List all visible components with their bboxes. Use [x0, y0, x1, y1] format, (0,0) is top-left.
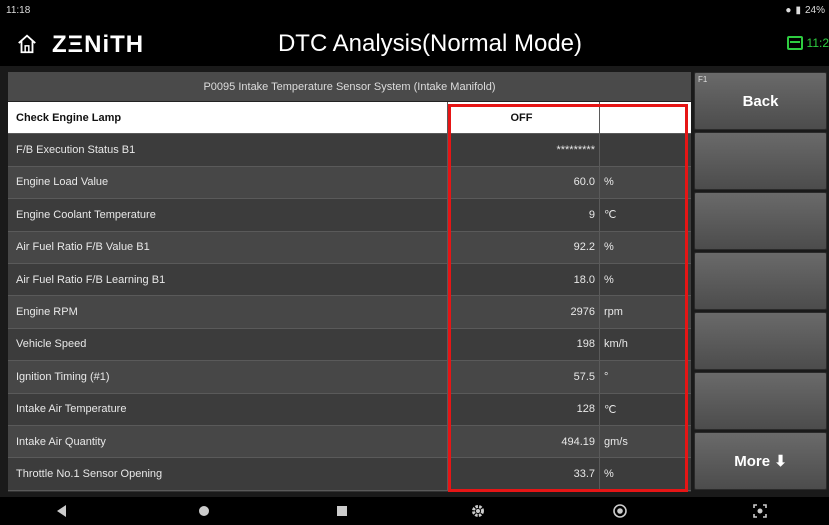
row-value: 9 [448, 199, 600, 231]
f1-key-label: F1 [698, 75, 708, 84]
table-row[interactable]: Air Fuel Ratio F/B Learning B1 18.0 % [8, 263, 691, 297]
table-row[interactable]: Engine Coolant Temperature 9 ℃ [8, 199, 691, 232]
row-name: Check Engine Lamp [8, 102, 448, 134]
status-icons: ● ▮ 24% [785, 5, 825, 16]
battery-level: 24% [804, 5, 825, 16]
table-row[interactable]: Intake Air Temperature 128 ℃ [8, 393, 691, 426]
calendar-icon [786, 36, 803, 50]
more-button[interactable]: More ⬇ [694, 432, 827, 490]
row-value: 18.0 [448, 263, 600, 296]
screenshot-icon[interactable] [752, 503, 768, 519]
row-unit: % [604, 176, 614, 189]
row-unit: rpm [604, 306, 623, 319]
table-row[interactable]: Engine Load Value 60.0 % [8, 166, 691, 200]
header-status: 11:2 [786, 36, 829, 50]
table-row[interactable]: Air Fuel Ratio F/B Value B1 92.2 % [8, 231, 691, 264]
row-value: 2976 [448, 296, 600, 328]
row-name: Air Fuel Ratio F/B Learning B1 [8, 263, 448, 296]
row-name: Vehicle Speed [8, 328, 448, 361]
row-name: Air Fuel Ratio F/B Value B1 [8, 231, 448, 263]
home-nav-icon[interactable] [196, 503, 212, 519]
row-unit: ℃ [604, 209, 617, 222]
sidebar-button-3[interactable] [694, 192, 827, 250]
row-unit [600, 102, 691, 133]
row-value: 33.7 [448, 458, 600, 490]
camera-icon[interactable] [612, 503, 628, 519]
nav-bar [0, 497, 829, 525]
row-name: Engine RPM [8, 296, 448, 328]
row-unit: % [604, 241, 614, 254]
app-header: ZΞNiTH DTC Analysis(Normal Mode) 11:2 [0, 22, 829, 66]
row-name: Intake Air Temperature [8, 393, 448, 425]
row-unit: % [604, 467, 614, 480]
row-value: 57.5 [448, 361, 600, 393]
row-name: Engine Load Value [8, 166, 448, 199]
header-time: 11:2 [806, 36, 829, 50]
row-value: OFF [448, 102, 600, 134]
battery-icon: ▮ [795, 5, 801, 16]
row-value: 60.0 [448, 166, 600, 199]
row-name: Engine Coolant Temperature [8, 199, 448, 231]
table-row[interactable]: Vehicle Speed 198 km/h [8, 328, 691, 362]
sidebar-button-2[interactable] [694, 132, 827, 190]
row-name: F/B Execution Status B1 [8, 134, 448, 166]
row-unit: km/h [604, 338, 628, 351]
zenith-logo: ZΞNiTH [52, 31, 145, 58]
row-value: ********* [448, 134, 600, 166]
page-title: DTC Analysis(Normal Mode) [277, 30, 583, 57]
table-row[interactable]: Throttle No.1 Sensor Opening 33.7 % [8, 458, 691, 491]
more-button-label: More ⬇ [734, 453, 787, 470]
back-button-label: Back [742, 92, 779, 110]
gear-icon[interactable] [470, 503, 486, 519]
table-row[interactable]: Engine RPM 2976 rpm [8, 296, 691, 329]
wifi-icon: ● [785, 5, 792, 16]
status-time: 11:18 [6, 5, 31, 16]
row-name: Intake Air Quantity [8, 425, 448, 458]
row-unit: gm/s [604, 435, 628, 448]
row-unit: % [604, 273, 614, 286]
data-table: P0095 Intake Temperature Sensor System (… [8, 72, 691, 492]
row-unit [600, 134, 691, 165]
row-unit: ℃ [604, 403, 617, 416]
row-value: 198 [448, 328, 600, 361]
table-row[interactable]: F/B Execution Status B1 ********* [8, 134, 691, 167]
sidebar: F1 Back More ⬇ [694, 72, 829, 492]
sidebar-button-5[interactable] [694, 312, 827, 370]
row-unit: ° [604, 370, 609, 383]
table-row[interactable]: Intake Air Quantity 494.19 gm/s [8, 425, 691, 459]
row-value: 494.19 [448, 425, 600, 458]
row-name: Ignition Timing (#1) [8, 361, 448, 393]
table-row[interactable]: Check Engine Lamp OFF [8, 102, 691, 135]
back-button[interactable]: F1 Back [694, 72, 827, 130]
table-row[interactable]: Ignition Timing (#1) 57.5 ° [8, 361, 691, 394]
row-name: Throttle No.1 Sensor Opening [8, 458, 448, 490]
row-value: 128 [448, 393, 600, 425]
back-nav-icon[interactable] [54, 503, 70, 519]
sidebar-button-6[interactable] [694, 372, 827, 430]
sidebar-button-4[interactable] [694, 252, 827, 310]
status-bar: 11:18 ● ▮ 24% [0, 0, 829, 22]
home-icon[interactable] [16, 33, 38, 55]
dtc-title: P0095 Intake Temperature Sensor System (… [8, 72, 691, 102]
row-value: 92.2 [448, 231, 600, 263]
recents-nav-icon[interactable] [334, 503, 350, 519]
